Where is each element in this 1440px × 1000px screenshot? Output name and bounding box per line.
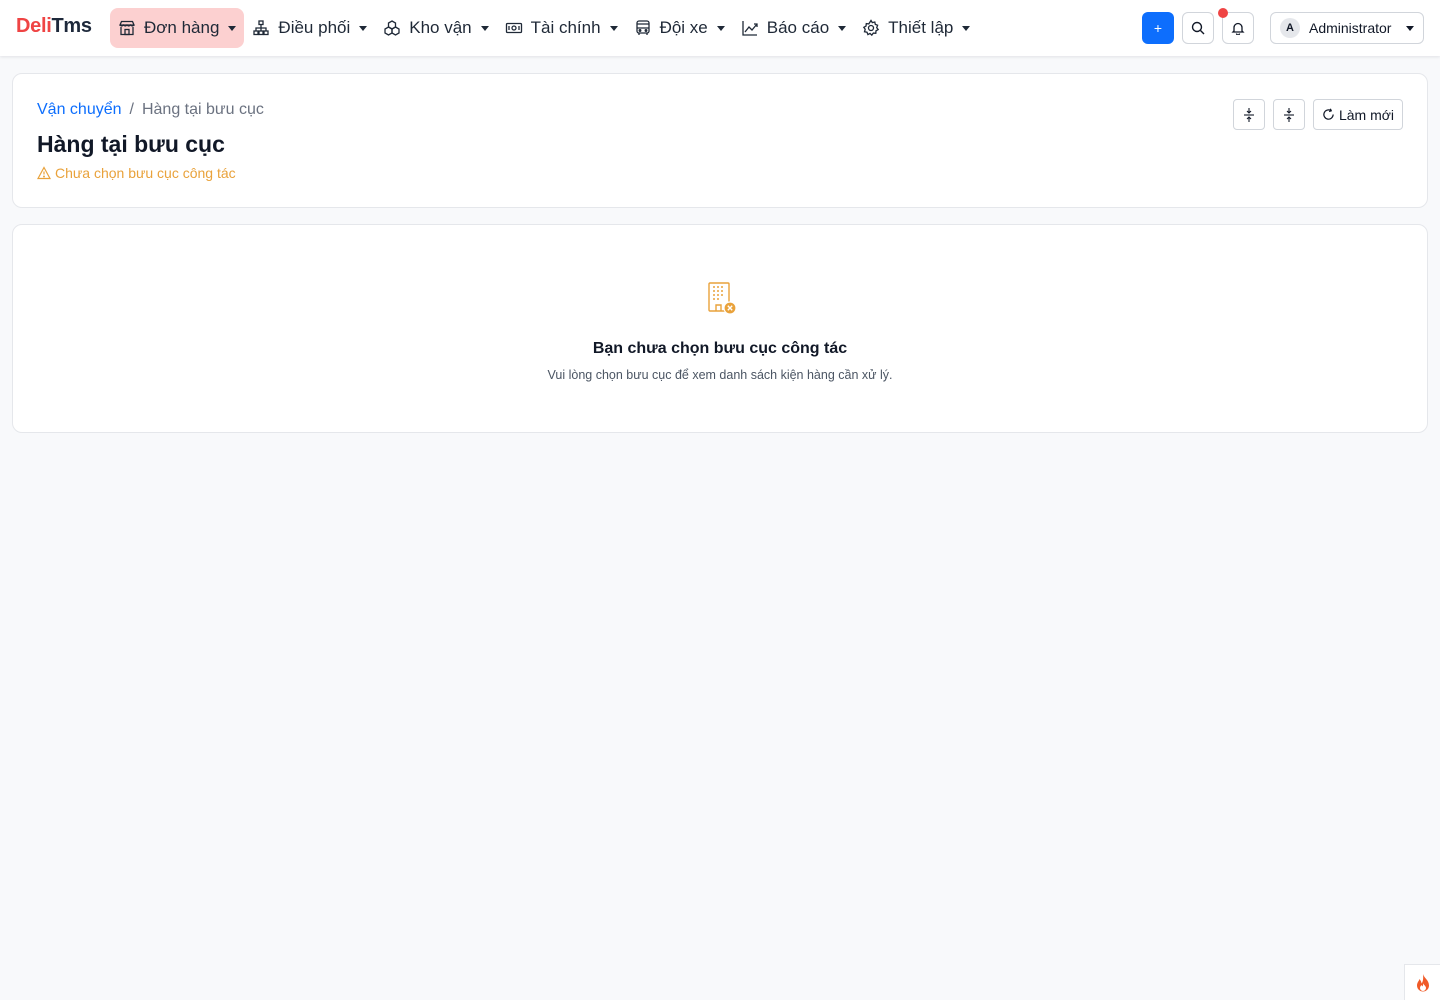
search-icon: [1191, 21, 1205, 35]
nav-label-don-hang: Đơn hàng: [144, 18, 220, 37]
empty-state-card: Bạn chưa chọn bưu cục công tác Vui lòng …: [12, 224, 1428, 433]
add-button[interactable]: +: [1142, 12, 1174, 44]
warning-triangle-icon: [37, 166, 51, 180]
chevron-down-icon: [838, 25, 847, 31]
nav-label-thiet-lap: Thiết lập: [888, 18, 954, 37]
cash-icon: [505, 19, 523, 37]
floating-badge[interactable]: [1404, 964, 1440, 1000]
bus-icon: [634, 19, 652, 37]
boxes-icon: [383, 19, 401, 37]
empty-state-subtitle: Vui lòng chọn bưu cục để xem danh sách k…: [547, 368, 893, 382]
brand-logo[interactable]: DeliTms: [16, 15, 92, 38]
main-nav: Đơn hàng Điều phối Kho vận Tài chính Đội…: [110, 8, 978, 48]
chevron-down-icon: [962, 25, 971, 31]
user-menu-button[interactable]: A Administrator: [1270, 12, 1424, 44]
page-header-card: Vận chuyển / Hàng tại bưu cục Hàng tại b…: [12, 73, 1428, 208]
collapse-vertical-icon: [1284, 107, 1294, 122]
warning-text: Chưa chọn bưu cục công tác: [55, 165, 236, 181]
chevron-down-icon: [228, 25, 237, 31]
chevron-down-icon: [1406, 25, 1414, 31]
nav-label-doi-xe: Đội xe: [659, 18, 708, 37]
bell-icon: [1231, 22, 1245, 35]
brand-part1: Deli: [16, 15, 52, 37]
sitemap-icon: [252, 19, 270, 37]
nav-label-tai-chinh: Tài chính: [530, 18, 601, 37]
page-title: Hàng tại bưu cục: [37, 131, 225, 157]
top-navbar: DeliTms Đơn hàng Điều phối Kho vận Tài c…: [0, 0, 1440, 56]
nav-item-bao-cao[interactable]: Báo cáo: [733, 8, 854, 48]
nav-item-tai-chinh[interactable]: Tài chính: [497, 8, 626, 48]
brand-part2: Tms: [51, 15, 92, 37]
warning-message: Chưa chọn bưu cục công tác: [37, 165, 236, 181]
empty-state-title: Bạn chưa chọn bưu cục công tác: [592, 340, 848, 357]
breadcrumb: Vận chuyển / Hàng tại bưu cục: [37, 101, 264, 119]
breadcrumb-current: Hàng tại bưu cục: [141, 101, 264, 118]
nav-item-don-hang[interactable]: Đơn hàng: [110, 8, 245, 48]
search-button[interactable]: [1182, 12, 1214, 44]
nav-label-kho-van: Kho vận: [409, 18, 472, 37]
notifications-button[interactable]: [1218, 8, 1254, 44]
avatar: A: [1280, 18, 1300, 38]
chevron-down-icon: [359, 25, 368, 31]
refresh-label: Làm mới: [1338, 106, 1395, 123]
chevron-down-icon: [716, 25, 725, 31]
store-icon: [118, 19, 136, 37]
refresh-icon: [1323, 108, 1334, 120]
plus-icon: +: [1153, 20, 1163, 36]
nav-item-doi-xe[interactable]: Đội xe: [626, 8, 733, 48]
expand-vertical-icon: [1244, 107, 1254, 122]
navbar-right-tools: + A Administrator: [1142, 8, 1424, 44]
nav-item-dieu-phoi[interactable]: Điều phối: [244, 8, 375, 48]
chevron-down-icon: [609, 25, 618, 31]
expand-button[interactable]: [1233, 99, 1265, 130]
refresh-button[interactable]: Làm mới: [1313, 99, 1403, 130]
collapse-button[interactable]: [1273, 99, 1305, 130]
building-x-icon: [708, 282, 737, 315]
notification-dot: [1218, 8, 1228, 18]
nav-item-kho-van[interactable]: Kho vận: [375, 8, 496, 48]
chart-line-icon: [741, 19, 759, 37]
nav-item-thiet-lap[interactable]: Thiết lập: [854, 8, 978, 48]
gear-icon: [862, 19, 880, 37]
breadcrumb-link-van-chuyen[interactable]: Vận chuyển: [37, 101, 122, 119]
chevron-down-icon: [480, 25, 489, 31]
breadcrumb-separator: /: [129, 101, 134, 118]
nav-label-dieu-phoi: Điều phối: [278, 18, 351, 37]
fire-icon: [1416, 973, 1429, 991]
nav-label-bao-cao: Báo cáo: [766, 18, 830, 37]
header-actions: Làm mới: [1225, 99, 1403, 130]
user-name: Administrator: [1309, 20, 1392, 36]
